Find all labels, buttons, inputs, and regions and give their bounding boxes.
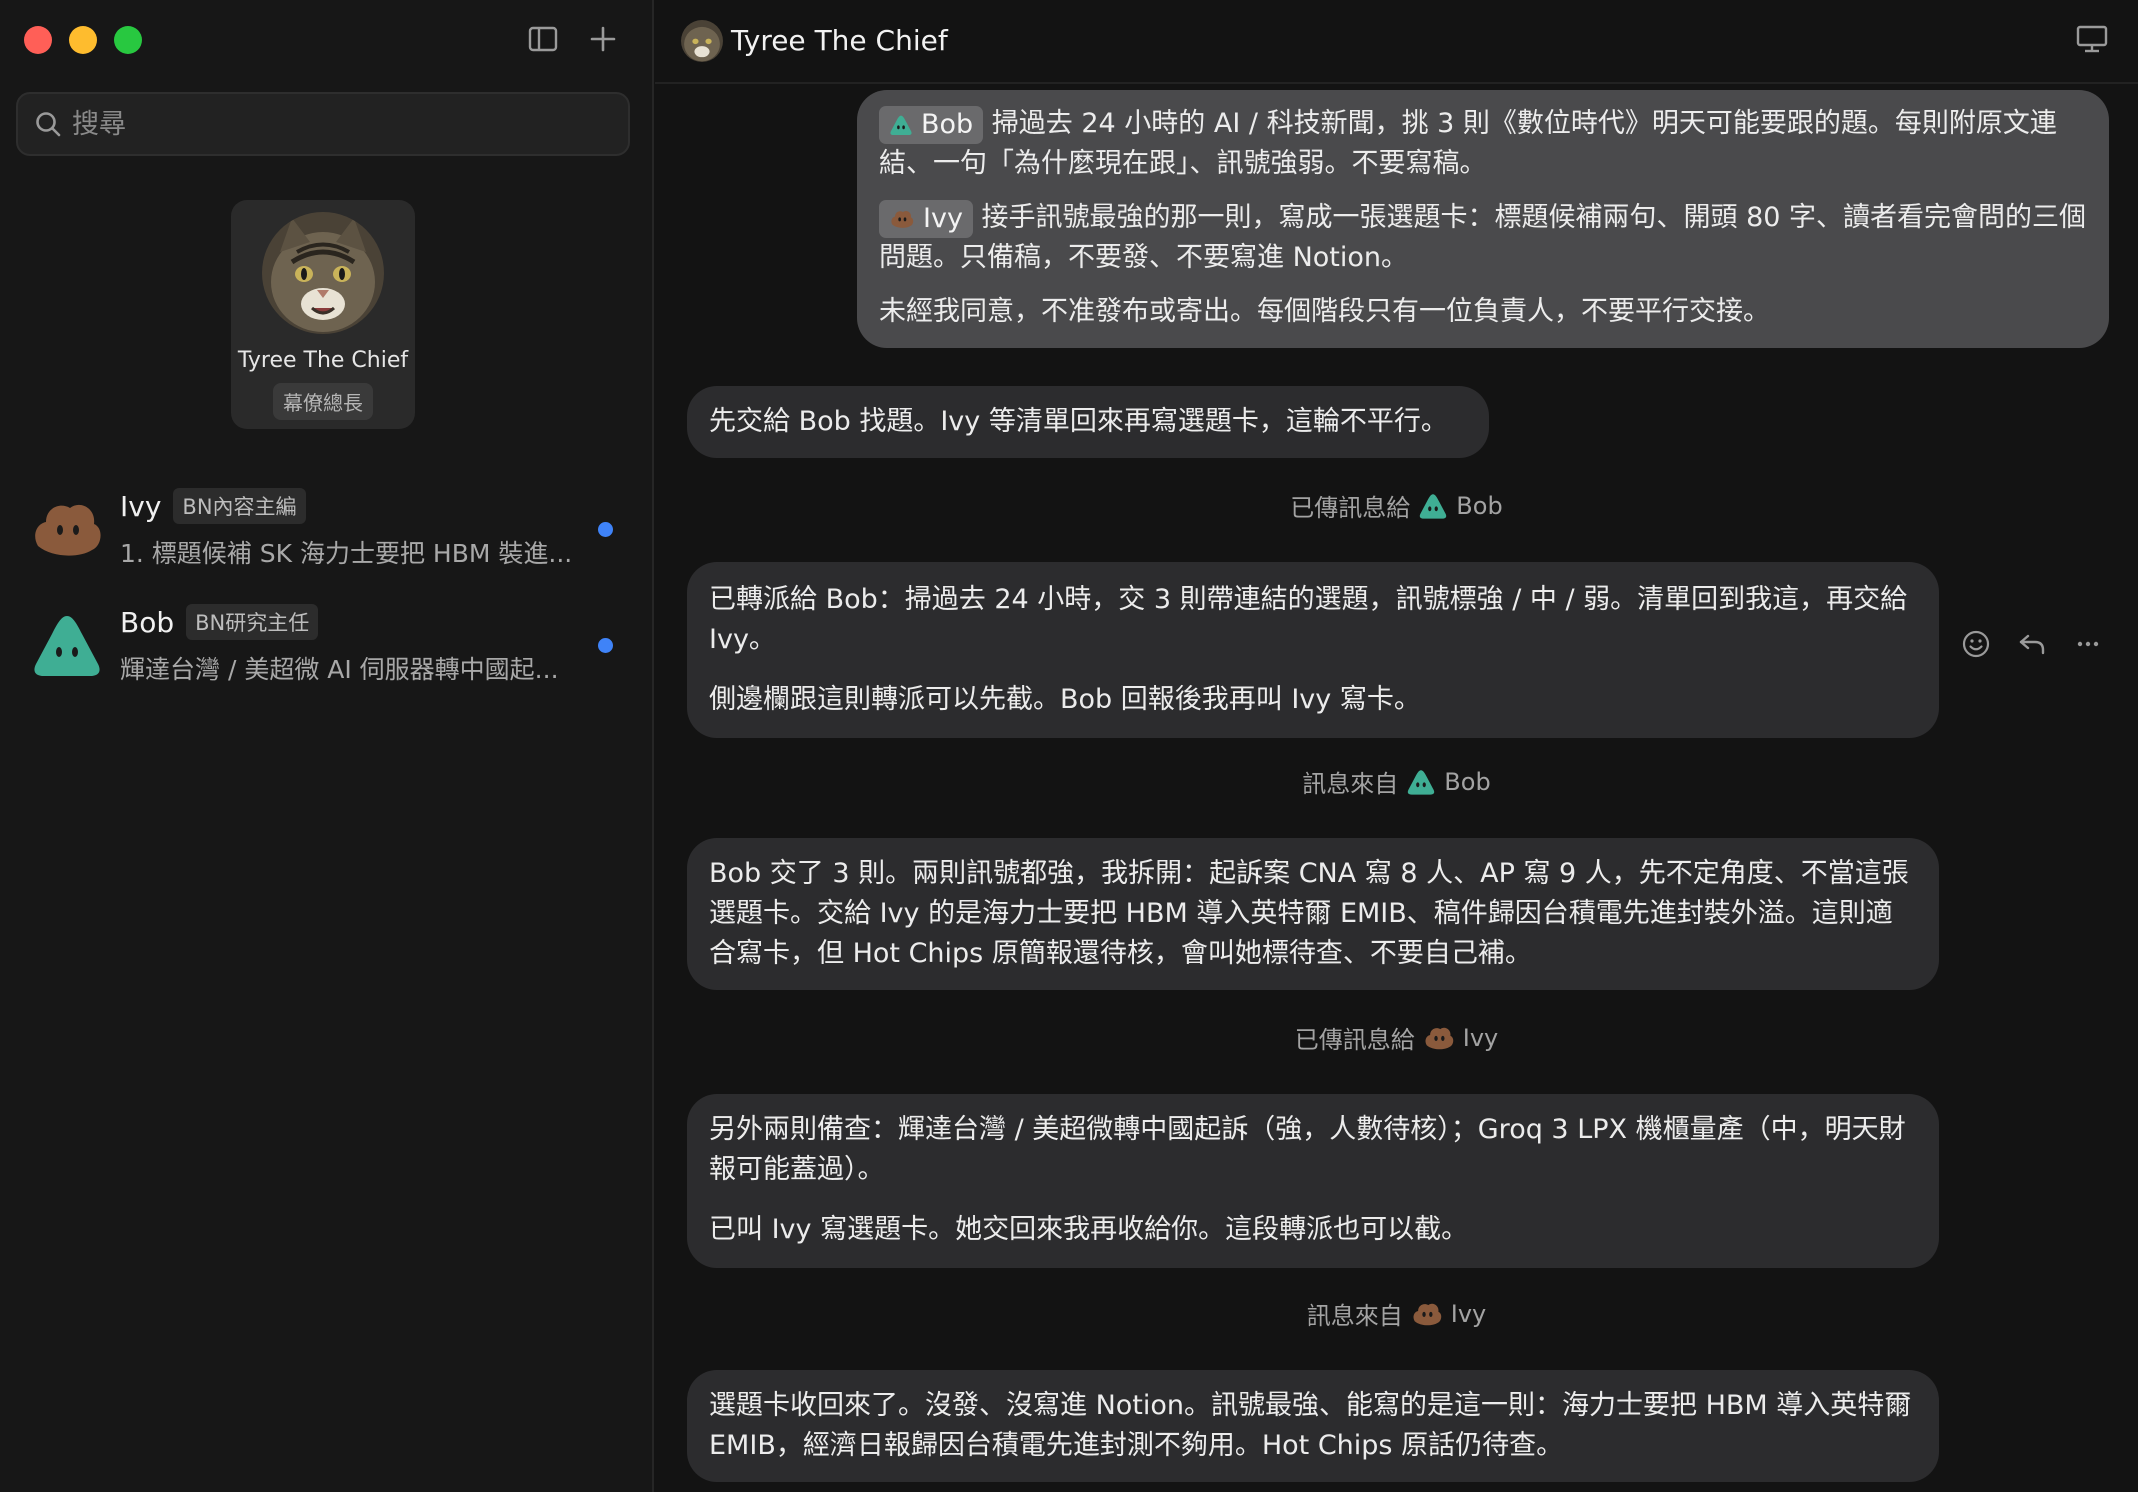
system-note-agent: Ivy: [1450, 1299, 1487, 1328]
assistant-message: Bob 交了 3 則。兩則訊號都強，我拆開：起訴案 CNA 寫 8 人、AP 寫…: [687, 838, 1939, 990]
message-text: 未經我同意，不准發布或寄出。每個階段只有一位負責人，不要平行交接。: [879, 296, 1770, 327]
message-text: 已叫 Ivy 寫選題卡。她交回來我再收給你。這段轉派也可以截。: [709, 1214, 1469, 1245]
message-text: 先交給 Bob 找題。Ivy 等清單回來再寫選題卡，這輪不平行。: [709, 406, 1448, 437]
message-text: 側邊欄跟這則轉派可以先截。Bob 回報後我再叫 Ivy 寫卡。: [709, 684, 1421, 715]
teal-triangle-icon: [890, 115, 912, 135]
chat-pane: Tyree The Chief Bob 掃過去 24 小時的 AI / 科技新聞…: [655, 0, 2138, 1492]
system-note: 訊息來自 Ivy: [655, 1296, 2138, 1331]
system-note-agent: Bob: [1444, 767, 1491, 796]
teal-triangle-icon: [1420, 493, 1447, 519]
brown-blob-icon: [1413, 1303, 1441, 1325]
mention-label: Bob: [921, 108, 974, 140]
chat-item-preview: 1. 標題候補 SK 海力士要把 HBM 裝進...: [120, 539, 573, 568]
zoom-window-button[interactable]: [114, 26, 142, 54]
system-note: 訊息來自 Bob: [655, 764, 2138, 799]
close-window-button[interactable]: [24, 26, 52, 54]
search-input[interactable]: [72, 108, 612, 140]
chat-item-tag: BN內容主編: [173, 488, 306, 524]
assistant-message: 已轉派給 Bob：掃過去 24 小時，交 3 則帶連結的選題，訊號標強 / 中 …: [687, 562, 1939, 738]
more-dots-icon: [2077, 641, 2099, 647]
assistant-message: 另外兩則備查：輝達台灣 / 美超微轉中國起訴（強，人數待核）；Groq 3 LP…: [687, 1094, 1939, 1268]
reply-arrow-icon: [2019, 634, 2045, 655]
chat-item-ivy[interactable]: Ivy BN內容主編 1. 標題候補 SK 海力士要把 HBM 裝進...: [30, 484, 630, 576]
message-text: Bob 交了 3 則。兩則訊號都強，我拆開：起訴案 CNA 寫 8 人、AP 寫…: [709, 858, 1909, 969]
chat-header: Tyree The Chief: [655, 0, 2138, 84]
assistant-message: 選題卡收回來了。沒發、沒寫進 Notion。訊號最強、能寫的是這一則：海力士要把…: [687, 1370, 1939, 1482]
mention-ivy[interactable]: Ivy: [879, 199, 973, 238]
cat-avatar: [262, 212, 384, 334]
message-text: 已轉派給 Bob：掃過去 24 小時，交 3 則帶連結的選題，訊號標強 / 中 …: [709, 584, 1908, 655]
unread-dot: [598, 638, 613, 653]
message-actions: [1960, 628, 2104, 660]
sidebar-toggle-icon: [528, 26, 558, 52]
chat-item-bob[interactable]: Bob BN研究主任 輝達台灣 / 美超微 AI 伺服器轉中國起...: [30, 600, 630, 692]
message-text: 掃過去 24 小時的 AI / 科技新聞，挑 3 則《數位時代》明天可能要跟的題…: [879, 108, 2057, 179]
new-chat-button[interactable]: [586, 22, 620, 56]
assistant-message: 先交給 Bob 找題。Ivy 等清單回來再寫選題卡，這輪不平行。: [687, 386, 1489, 458]
message-text: 選題卡收回來了。沒發、沒寫進 Notion。訊號最強、能寫的是這一則：海力士要把…: [709, 1390, 1912, 1461]
chat-item-preview: 輝達台灣 / 美超微 AI 伺服器轉中國起...: [120, 655, 559, 684]
system-note-agent: Ivy: [1462, 1023, 1499, 1052]
featured-agent-role: 幕僚總長: [273, 383, 373, 420]
teal-triangle-icon: [1408, 769, 1435, 795]
window-controls: [24, 26, 142, 54]
user-message: Bob 掃過去 24 小時的 AI / 科技新聞，挑 3 則《數位時代》明天可能…: [857, 90, 2109, 348]
display-button[interactable]: [2075, 24, 2111, 58]
react-button[interactable]: [1960, 628, 1992, 660]
system-note-label: 訊息來自: [1306, 1302, 1403, 1330]
monitor-icon: [2076, 25, 2108, 53]
message-text: 接手訊號最強的那一則，寫成一張選題卡：標題候補兩句、開頭 80 字、讀者看完會問…: [879, 202, 2087, 273]
minimize-window-button[interactable]: [69, 26, 97, 54]
cat-photo-icon: [262, 212, 384, 334]
smiley-icon: [1962, 630, 1990, 658]
more-button[interactable]: [2072, 628, 2104, 660]
search-icon: [36, 112, 61, 137]
system-note: 已傳訊息給 Bob: [655, 488, 2138, 523]
system-note: 已傳訊息給 Ivy: [655, 1020, 2138, 1055]
cat-photo-icon: [681, 20, 723, 62]
system-note-label: 已傳訊息給: [1294, 1026, 1415, 1054]
chat-item-tag: BN研究主任: [186, 604, 319, 640]
system-note-agent: Bob: [1456, 491, 1503, 520]
sidebar-toolbar: [526, 22, 620, 56]
header-avatar: [681, 20, 723, 62]
featured-agent-card[interactable]: Tyree The Chief 幕僚總長: [231, 200, 415, 429]
sidebar: Tyree The Chief 幕僚總長 Ivy BN內容主編 1. 標題候補 …: [0, 0, 654, 1492]
chat-item-name: Bob: [120, 605, 175, 639]
unread-dot: [598, 522, 613, 537]
chat-title: Tyree The Chief: [731, 24, 948, 57]
featured-agent-name: Tyree The Chief: [237, 348, 409, 373]
teal-triangle-icon: [34, 616, 100, 676]
brown-blob-icon: [891, 210, 914, 228]
toggle-sidebar-button[interactable]: [526, 22, 560, 56]
brown-blob-icon: [35, 504, 101, 556]
chat-item-name: Ivy: [120, 489, 162, 523]
mention-label: Ivy: [923, 202, 963, 234]
brown-blob-icon: [1425, 1027, 1453, 1049]
plus-icon: [590, 26, 616, 52]
system-note-label: 訊息來自: [1302, 770, 1399, 798]
message-text: 另外兩則備查：輝達台灣 / 美超微轉中國起訴（強，人數待核）；Groq 3 LP…: [709, 1114, 1906, 1185]
search-box[interactable]: [16, 92, 630, 156]
reply-button[interactable]: [2016, 628, 2048, 660]
mention-bob[interactable]: Bob: [879, 105, 984, 144]
system-note-label: 已傳訊息給: [1290, 494, 1411, 522]
